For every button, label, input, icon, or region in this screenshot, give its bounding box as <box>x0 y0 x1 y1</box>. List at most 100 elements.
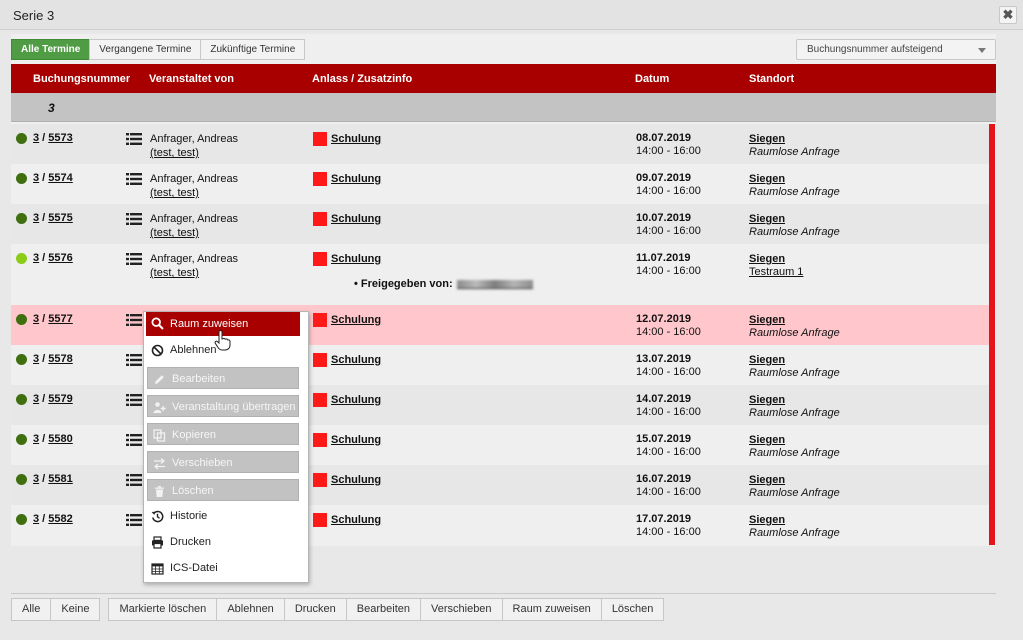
action-löschen-button[interactable]: Löschen <box>600 598 665 621</box>
series-link[interactable]: 3 <box>33 313 39 325</box>
date-cell: 14.07.2019 14:00 - 16:00 <box>636 393 701 419</box>
menu-item-ics-datei[interactable]: ICS-Datei <box>146 557 300 579</box>
series-link[interactable]: 3 <box>33 353 39 365</box>
time: 14:00 - 16:00 <box>636 406 701 418</box>
city-link[interactable]: Siegen <box>749 133 785 145</box>
list-icon[interactable] <box>126 474 142 486</box>
date-cell: 09.07.2019 14:00 - 16:00 <box>636 172 701 198</box>
booking-link[interactable]: 5577 <box>48 313 72 325</box>
booking-link[interactable]: 5573 <box>48 132 72 144</box>
list-icon[interactable] <box>126 133 142 145</box>
column-header-date[interactable]: Datum <box>635 73 669 85</box>
organizer-sub-link[interactable]: (test, test) <box>150 187 199 199</box>
series-link[interactable]: 3 <box>33 473 39 485</box>
menu-item-kopieren: Kopieren <box>147 423 299 445</box>
organizer: Anfrager, Andreas (test, test) <box>150 132 238 160</box>
series-link[interactable]: 3 <box>33 132 39 144</box>
list-icon[interactable] <box>126 253 142 265</box>
date: 15.07.2019 <box>636 433 692 445</box>
occasion-link[interactable]: Schulung <box>331 253 381 265</box>
list-icon[interactable] <box>126 354 142 366</box>
list-icon[interactable] <box>126 434 142 446</box>
city-link[interactable]: Siegen <box>749 394 785 406</box>
list-icon[interactable] <box>126 314 142 326</box>
sort-select[interactable]: Buchungsnummer aufsteigend <box>796 39 996 60</box>
table-row[interactable]: 3 / 5575 Anfrager, Andreas (test, test) Sch… <box>11 204 989 244</box>
column-header-location[interactable]: Standort <box>749 73 794 85</box>
select-all-button[interactable]: Alle <box>11 598 52 621</box>
action-raum-zuweisen-button[interactable]: Raum zuweisen <box>501 598 602 621</box>
booking-link[interactable]: 5575 <box>48 212 72 224</box>
select-none-button[interactable]: Keine <box>50 598 101 621</box>
booking-link[interactable]: 5580 <box>48 433 72 445</box>
action-drucken-button[interactable]: Drucken <box>283 598 347 621</box>
close-icon[interactable]: ✖ <box>999 6 1017 24</box>
series-link[interactable]: 3 <box>33 393 39 405</box>
booking-link[interactable]: 5574 <box>48 172 72 184</box>
series-link[interactable]: 3 <box>33 433 39 445</box>
city-link[interactable]: Siegen <box>749 253 785 265</box>
menu-item-label: Raum zuweisen <box>170 318 249 330</box>
city-link[interactable]: Siegen <box>749 213 785 225</box>
date-cell: 11.07.2019 14:00 - 16:00 <box>636 252 701 278</box>
city-link[interactable]: Siegen <box>749 434 785 446</box>
occasion-link[interactable]: Schulung <box>331 394 381 406</box>
occasion-link[interactable]: Schulung <box>331 133 381 145</box>
occasion-link[interactable]: Schulung <box>331 213 381 225</box>
list-icon[interactable] <box>126 213 142 225</box>
occasion-link[interactable]: Schulung <box>331 474 381 486</box>
action-ablehnen-button[interactable]: Ablehnen <box>216 598 285 621</box>
room[interactable]: Testraum 1 <box>749 266 803 278</box>
column-header-booking[interactable]: Buchungsnummer <box>33 73 130 85</box>
series-link[interactable]: 3 <box>33 252 39 264</box>
status-dot-icon <box>16 173 27 184</box>
organizer-name: Anfrager, Andreas <box>150 133 239 145</box>
booking-link[interactable]: 5582 <box>48 513 72 525</box>
booking-link[interactable]: 5576 <box>48 252 72 264</box>
table-row[interactable]: 3 / 5573 Anfrager, Andreas (test, test) Sch… <box>11 124 989 164</box>
booking-link[interactable]: 5581 <box>48 473 72 485</box>
time: 14:00 - 16:00 <box>636 486 701 498</box>
table-row[interactable]: 3 / 5574 Anfrager, Andreas (test, test) Sch… <box>11 164 989 204</box>
status-dot-icon <box>16 354 27 365</box>
occasion-link[interactable]: Schulung <box>331 514 381 526</box>
action-bearbeiten-button[interactable]: Bearbeiten <box>345 598 421 621</box>
organizer-sub-link[interactable]: (test, test) <box>150 227 199 239</box>
filter-past-button[interactable]: Vergangene Termine <box>89 39 202 60</box>
occasion-link[interactable]: Schulung <box>331 354 381 366</box>
menu-item-label: Kopieren <box>172 429 217 441</box>
booking-link[interactable]: 5578 <box>48 353 72 365</box>
location-cell: Siegen Raumlose Anfrage <box>749 354 840 380</box>
location-cell: Siegen Testraum 1 <box>749 253 803 279</box>
table-row[interactable]: 3 / 5576 Anfrager, Andreas (test, test) Sch… <box>11 244 989 305</box>
action-markierte-löschen-button[interactable]: Markierte löschen <box>108 598 218 621</box>
menu-item-historie[interactable]: Historie <box>146 505 300 527</box>
column-header-occasion[interactable]: Anlass / Zusatzinfo <box>312 73 412 85</box>
organizer: Anfrager, Andreas (test, test) <box>150 252 238 280</box>
filter-future-button[interactable]: Zukünftige Termine <box>200 39 306 60</box>
occasion-link[interactable]: Schulung <box>331 434 381 446</box>
menu-item-drucken[interactable]: Drucken <box>146 531 300 553</box>
booking-link[interactable]: 5579 <box>48 393 72 405</box>
series-link[interactable]: 3 <box>33 172 39 184</box>
location-cell: Siegen Raumlose Anfrage <box>749 314 840 340</box>
list-icon[interactable] <box>126 514 142 526</box>
organizer-sub-link[interactable]: (test, test) <box>150 147 199 159</box>
date-cell: 10.07.2019 14:00 - 16:00 <box>636 212 701 238</box>
organizer-sub-link[interactable]: (test, test) <box>150 267 199 279</box>
column-header-organizer[interactable]: Veranstaltet von <box>149 73 234 85</box>
city-link[interactable]: Siegen <box>749 474 785 486</box>
city-link[interactable]: Siegen <box>749 514 785 526</box>
occasion-link[interactable]: Schulung <box>331 173 381 185</box>
action-verschieben-button[interactable]: Verschieben <box>420 598 503 621</box>
list-icon[interactable] <box>126 173 142 185</box>
filter-all-button[interactable]: Alle Termine <box>11 39 91 60</box>
status-dot-icon <box>16 213 27 224</box>
series-link[interactable]: 3 <box>33 513 39 525</box>
occasion-link[interactable]: Schulung <box>331 314 381 326</box>
list-icon[interactable] <box>126 394 142 406</box>
city-link[interactable]: Siegen <box>749 173 785 185</box>
city-link[interactable]: Siegen <box>749 354 785 366</box>
city-link[interactable]: Siegen <box>749 314 785 326</box>
series-link[interactable]: 3 <box>33 212 39 224</box>
